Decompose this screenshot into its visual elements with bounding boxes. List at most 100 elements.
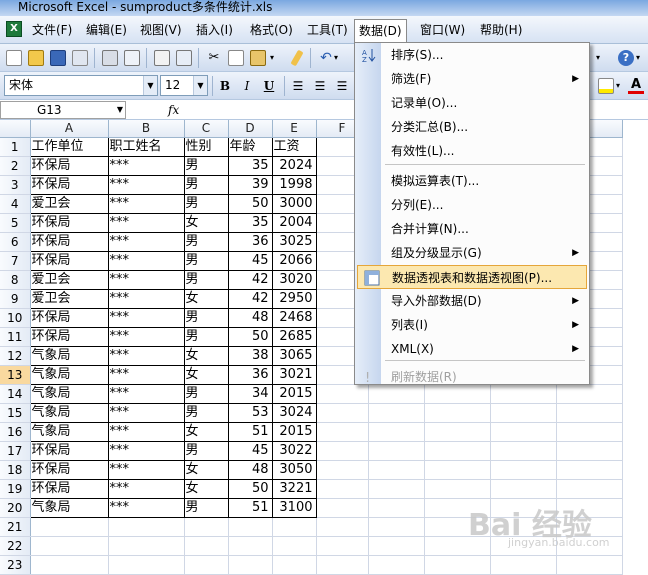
select-all-corner[interactable] (0, 120, 31, 138)
cell[interactable]: 男 (184, 232, 229, 252)
column-header[interactable]: E (272, 120, 317, 138)
cell[interactable] (368, 460, 425, 480)
cell[interactable]: 男 (184, 384, 229, 404)
cell[interactable]: 爱卫会 (30, 194, 109, 214)
toolbar-chevron-icon[interactable]: ▾ (636, 50, 646, 66)
cell[interactable]: *** (108, 384, 185, 404)
cell[interactable] (556, 479, 623, 499)
menu-item-7[interactable]: 合并计算(N)... (355, 217, 589, 241)
cell[interactable]: 环保局 (30, 441, 109, 461)
cell[interactable] (316, 403, 369, 423)
row-header[interactable]: 14 (0, 384, 31, 404)
cell[interactable] (228, 555, 273, 575)
cell[interactable] (272, 555, 317, 575)
menu-item-8[interactable]: 组及分级显示(G) ▶ (355, 241, 589, 265)
cell[interactable] (184, 517, 229, 537)
cell[interactable]: 女 (184, 365, 229, 385)
cell[interactable] (228, 536, 273, 556)
cell[interactable] (368, 403, 425, 423)
cell[interactable]: 45 (228, 251, 273, 271)
cell[interactable]: *** (108, 479, 185, 499)
fill-color-icon[interactable] (598, 78, 614, 94)
cell[interactable]: 50 (228, 327, 273, 347)
row-header[interactable]: 6 (0, 232, 31, 252)
cell[interactable]: 35 (228, 213, 273, 233)
menu-item-4[interactable]: 有效性(L)... (355, 139, 589, 163)
cell[interactable]: 气象局 (30, 346, 109, 366)
excel-app-icon[interactable]: X (6, 21, 22, 37)
cell[interactable]: 51 (228, 422, 273, 442)
cell[interactable] (490, 555, 557, 575)
menu-edit[interactable]: 编辑(E) (82, 19, 131, 41)
cell[interactable]: 工作单位 (30, 137, 109, 157)
cell[interactable] (368, 517, 425, 537)
cell[interactable]: 2066 (272, 251, 317, 271)
cell[interactable]: *** (108, 422, 185, 442)
cell[interactable] (368, 479, 425, 499)
cell[interactable]: 34 (228, 384, 273, 404)
paste-icon[interactable] (250, 50, 266, 66)
cell[interactable] (424, 555, 491, 575)
cell[interactable]: 3024 (272, 403, 317, 423)
function-icon[interactable]: fx (168, 101, 179, 119)
cell[interactable]: 2004 (272, 213, 317, 233)
paste-dropdown-icon[interactable]: ▾ (270, 50, 278, 66)
cell[interactable]: 职工姓名 (108, 137, 185, 157)
toolbar-options-icon[interactable]: ▾ (596, 50, 612, 66)
cell[interactable]: 爱卫会 (30, 289, 109, 309)
new-icon[interactable] (6, 50, 22, 66)
cell[interactable]: 性别 (184, 137, 229, 157)
cell[interactable]: 环保局 (30, 232, 109, 252)
cell[interactable] (316, 460, 369, 480)
row-header[interactable]: 18 (0, 460, 31, 480)
cell[interactable] (490, 479, 557, 499)
cell[interactable] (556, 403, 623, 423)
row-header[interactable]: 2 (0, 156, 31, 176)
cut-icon[interactable]: ✂ (206, 50, 222, 66)
row-header[interactable]: 1 (0, 137, 31, 157)
cell[interactable]: 男 (184, 251, 229, 271)
cell[interactable]: 气象局 (30, 422, 109, 442)
chevron-down-icon[interactable]: ▼ (117, 102, 123, 118)
cell[interactable] (556, 422, 623, 442)
row-header[interactable]: 4 (0, 194, 31, 214)
cell[interactable]: 女 (184, 289, 229, 309)
cell[interactable] (108, 517, 185, 537)
cell[interactable]: 36 (228, 365, 273, 385)
cell[interactable] (272, 536, 317, 556)
align-left-icon[interactable]: ☰ (290, 78, 306, 94)
cell[interactable] (30, 555, 109, 575)
cell[interactable]: 男 (184, 403, 229, 423)
cell[interactable]: *** (108, 346, 185, 366)
cell[interactable] (184, 555, 229, 575)
column-header[interactable]: D (228, 120, 273, 138)
cell[interactable]: 42 (228, 270, 273, 290)
cell[interactable]: 38 (228, 346, 273, 366)
row-header[interactable]: 23 (0, 555, 31, 575)
align-center-icon[interactable]: ☰ (312, 78, 328, 94)
cell[interactable] (368, 441, 425, 461)
menu-item-3[interactable]: 分类汇总(B)... (355, 115, 589, 139)
cell[interactable] (108, 555, 185, 575)
cell[interactable]: 2468 (272, 308, 317, 328)
menu-item-10[interactable]: 导入外部数据(D) ▶ (355, 289, 589, 313)
row-header[interactable]: 15 (0, 403, 31, 423)
cell[interactable] (556, 555, 623, 575)
menu-help[interactable]: 帮助(H) (476, 19, 526, 41)
cell[interactable]: 3025 (272, 232, 317, 252)
cell[interactable]: 爱卫会 (30, 270, 109, 290)
row-header[interactable]: 5 (0, 213, 31, 233)
font-color-icon[interactable]: A (628, 78, 644, 94)
fill-color-dropdown-icon[interactable]: ▾ (616, 78, 624, 94)
underline-button[interactable]: U (260, 77, 278, 95)
cell[interactable]: 2685 (272, 327, 317, 347)
cell[interactable] (490, 422, 557, 442)
cell[interactable]: *** (108, 498, 185, 518)
cell[interactable]: 女 (184, 460, 229, 480)
cell[interactable]: 3065 (272, 346, 317, 366)
cell[interactable] (316, 555, 369, 575)
format-painter-icon[interactable] (290, 49, 304, 67)
font-size-combo[interactable]: 12 ▼ (160, 75, 208, 96)
cell[interactable]: 男 (184, 156, 229, 176)
undo-icon[interactable]: ↶ (318, 50, 334, 66)
